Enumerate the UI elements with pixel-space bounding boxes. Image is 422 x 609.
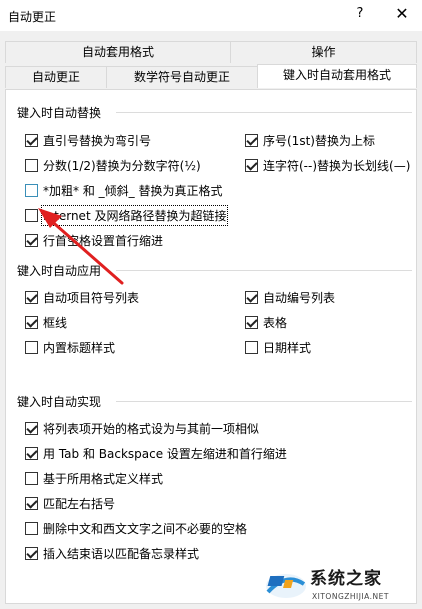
tab-autoformat-as-you-type[interactable]: 键入时自动套用格式 (257, 64, 417, 88)
annotation-arrow (38, 208, 124, 285)
watermark: 系统之家 XITONGZHIJIA.NET (262, 562, 418, 606)
watermark-text: 系统之家 (310, 569, 382, 589)
arrow-shaft (46, 216, 124, 285)
arrow-head (38, 208, 62, 228)
watermark-logo-icon (266, 574, 306, 598)
watermark-url: XITONGZHIJIA.NET (312, 592, 389, 601)
